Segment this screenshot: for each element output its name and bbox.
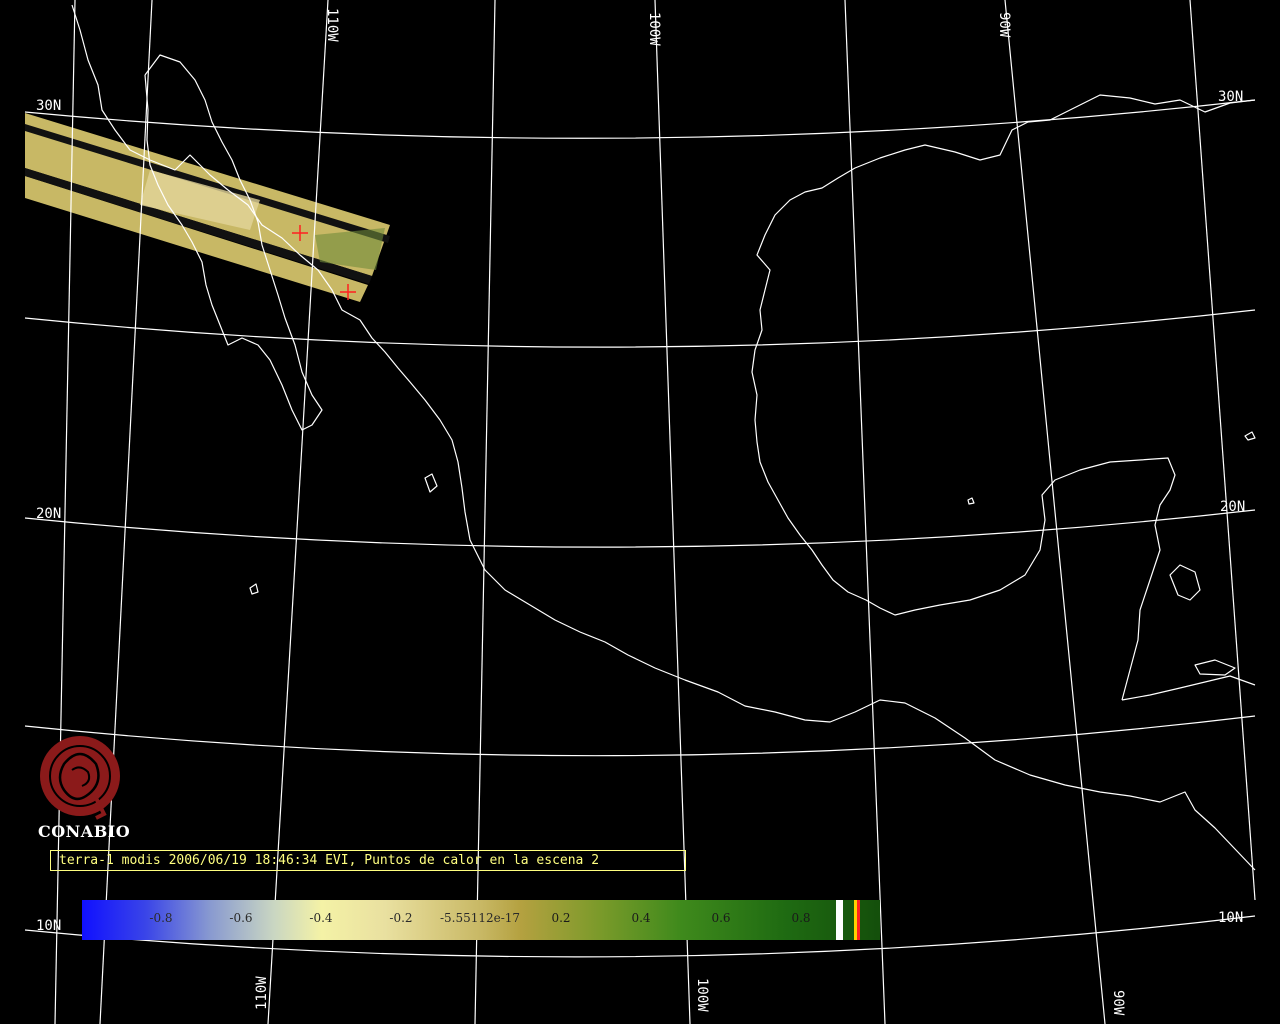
- lat-label-20n-right: 20N: [1220, 499, 1245, 515]
- colorbar-tick: 0.8: [791, 911, 811, 925]
- small-island: [424, 473, 438, 493]
- colorbar-tick: -0.4: [309, 911, 333, 925]
- small-island: [967, 497, 975, 505]
- gulf-of-mexico-coast: [751, 94, 1256, 701]
- central-america-caribbean-coast: [1121, 675, 1256, 701]
- colorbar-tick: -0.6: [229, 911, 253, 925]
- parallel-15n: [24, 715, 1256, 757]
- colorbar-tick: -5.55112e-17: [439, 911, 521, 925]
- lat-label-30n-left: 30N: [36, 98, 61, 114]
- parallel-25n: [24, 309, 1256, 348]
- small-island: [1194, 659, 1236, 676]
- evi-colorbar: -0.8 -0.6 -0.4 -0.2 -5.55112e-17 0.2 0.4…: [82, 900, 880, 940]
- conabio-logo-text: CONABIO: [38, 822, 131, 841]
- lon-label-top-90w: 90W: [996, 12, 1012, 38]
- meridian-90w: [1004, 0, 1106, 1024]
- colorbar-tick: 0.2: [551, 911, 571, 925]
- parallel-30n: [24, 99, 1256, 139]
- lon-label-top-110w: 110W: [324, 8, 340, 42]
- caption-box: terra-1 modis 2006/06/19 18:46:34 EVI, P…: [50, 850, 686, 871]
- colorbar-swatch-red: [857, 900, 860, 940]
- lon-label-bottom-110w: 110W: [254, 976, 270, 1010]
- meridian: [1189, 0, 1256, 901]
- scene-caption: terra-1 modis 2006/06/19 18:46:34 EVI, P…: [59, 853, 600, 868]
- lon-label-bottom-100w: 100W: [694, 978, 710, 1012]
- lat-label-10n-left: 10N: [36, 918, 61, 934]
- modis-swath: [25, 113, 390, 302]
- cuba-island: [1169, 564, 1201, 601]
- parallel-20n: [24, 509, 1256, 548]
- lat-label-10n-right: 10N: [1218, 910, 1243, 926]
- meridian: [844, 0, 886, 1024]
- colorbar-tick: 0.6: [711, 911, 731, 925]
- small-island: [249, 583, 259, 595]
- colorbar-tick: 0.4: [631, 911, 651, 925]
- small-island: [1244, 431, 1256, 441]
- lon-label-top-100w: 100W: [646, 12, 662, 46]
- colorbar-swatch-white: [836, 900, 843, 940]
- colorbar-tick: -0.8: [149, 911, 173, 925]
- colorbar-tick: -0.2: [389, 911, 413, 925]
- lat-label-20n-left: 20N: [36, 506, 61, 522]
- lon-label-bottom-90w: 90W: [1110, 990, 1126, 1016]
